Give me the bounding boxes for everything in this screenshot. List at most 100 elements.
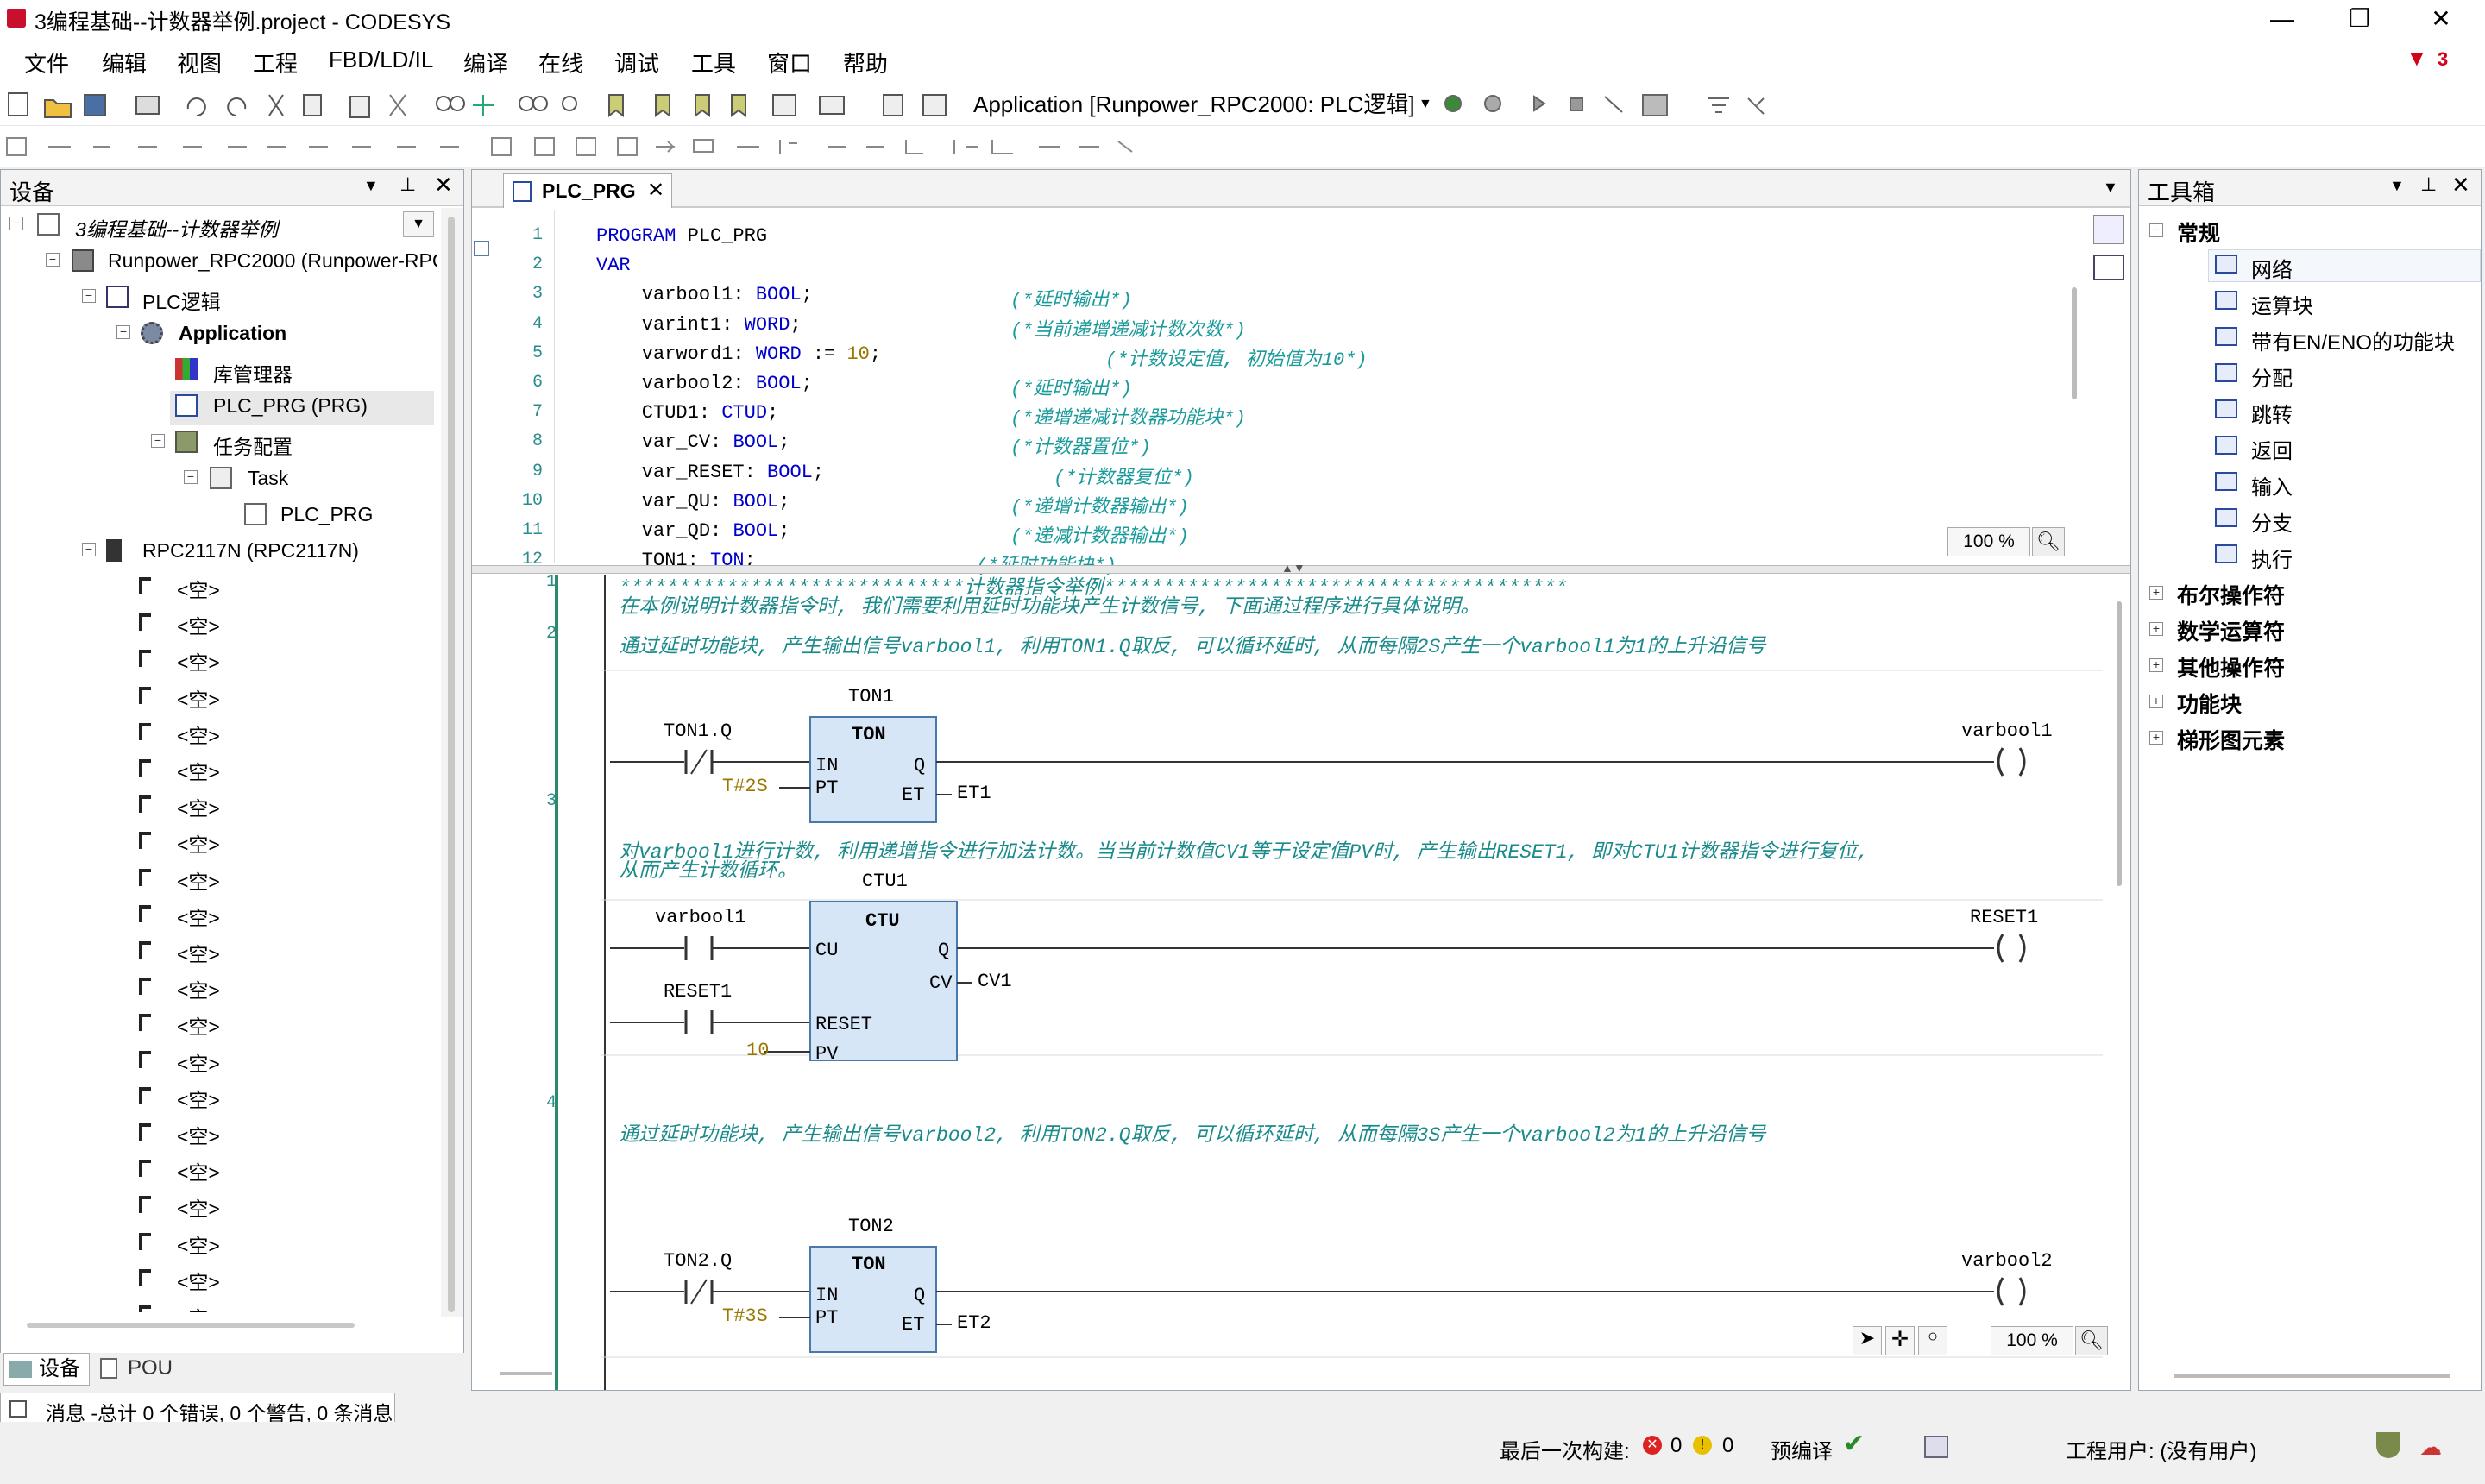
fb-input-pt[interactable]: PT bbox=[815, 1307, 838, 1329]
tree-item-empty-slot[interactable]: <空> bbox=[177, 792, 220, 821]
contact-variable[interactable]: TON1.Q bbox=[664, 720, 732, 742]
fb-output-q[interactable]: Q bbox=[938, 940, 949, 961]
menu-view[interactable]: 视图 bbox=[177, 47, 222, 79]
toolbox-group[interactable]: 常规 bbox=[2177, 217, 2220, 248]
network-comment[interactable]: 通过延时功能块, 产生输出信号varbool2, 利用TON2.Q取反, 可以循… bbox=[619, 1117, 1765, 1147]
fb-instance-name[interactable]: CTU1 bbox=[862, 871, 908, 892]
device-status-icon[interactable] bbox=[1924, 1436, 1948, 1458]
tree-item-task[interactable]: Task bbox=[248, 467, 288, 490]
fb-output-q[interactable]: Q bbox=[914, 1285, 925, 1306]
menu-debug[interactable]: 调试 bbox=[614, 47, 659, 79]
maximize-button[interactable]: ❐ bbox=[2321, 0, 2399, 38]
tree-item-empty-slot[interactable]: <空> bbox=[177, 720, 220, 749]
tabular-view-icon[interactable] bbox=[2093, 255, 2124, 280]
fb-output-et[interactable]: ET bbox=[902, 1314, 924, 1336]
tree-item-empty-slot[interactable]: <空> bbox=[177, 1266, 220, 1295]
shield-icon[interactable] bbox=[2376, 1432, 2400, 1458]
online-toolbar-icons[interactable] bbox=[1432, 83, 1795, 126]
fb-output-cv[interactable]: CV bbox=[929, 972, 952, 994]
menu-build[interactable]: 编译 bbox=[463, 47, 508, 79]
decl-zoom-field[interactable]: 100 % bbox=[1947, 527, 2030, 556]
tab-close-icon[interactable]: ✕ bbox=[647, 178, 664, 203]
fb-input-pt[interactable]: PT bbox=[815, 777, 838, 799]
panel-dropdown-icon[interactable]: ▼ bbox=[363, 177, 379, 195]
tree-item-empty-slot[interactable]: <空> bbox=[177, 610, 220, 639]
contact-variable[interactable]: varbool1 bbox=[655, 907, 746, 928]
fb-type-label[interactable]: TON bbox=[852, 1254, 886, 1275]
toolbox-group[interactable]: 数学运算符 bbox=[2177, 615, 2285, 646]
fb-output-et[interactable]: ET bbox=[902, 784, 924, 806]
standard-toolbar-icons[interactable] bbox=[0, 83, 966, 126]
expand-toggle-icon[interactable]: − bbox=[2149, 223, 2163, 237]
tree-item-empty-slot[interactable]: <空> bbox=[177, 1302, 220, 1312]
pan-tool-icon[interactable]: ✛ bbox=[1885, 1326, 1915, 1355]
contact-variable[interactable]: TON2.Q bbox=[664, 1250, 732, 1272]
et-variable[interactable]: ET1 bbox=[957, 783, 991, 804]
menu-edit[interactable]: 编辑 bbox=[102, 47, 147, 79]
editor-tab-plc-prg[interactable]: PLC_PRG ✕ bbox=[503, 173, 672, 208]
network-comment[interactable]: 对varbool1进行计数, 利用递增指令进行加法计数。当当前计数值CV1等于设… bbox=[619, 834, 1869, 864]
tree-item-empty-slot[interactable]: <空> bbox=[177, 646, 220, 676]
coil-variable[interactable]: varbool2 bbox=[1961, 1250, 2053, 1272]
fb-instance-name[interactable]: TON1 bbox=[848, 686, 894, 707]
menu-online[interactable]: 在线 bbox=[538, 47, 583, 79]
toolbox-group[interactable]: 梯形图元素 bbox=[2177, 724, 2285, 755]
fb-input-pv[interactable]: PV bbox=[815, 1043, 838, 1065]
expand-toggle-icon[interactable]: + bbox=[2149, 695, 2163, 708]
coil-variable[interactable]: varbool1 bbox=[1961, 720, 2053, 742]
tree-item-runpower[interactable]: Runpower_RPC2000 (Runpower-RPC20 bbox=[108, 249, 437, 273]
toolbox-item[interactable]: 返回 bbox=[2251, 434, 2293, 464]
expand-toggle-icon[interactable]: + bbox=[2149, 586, 2163, 600]
expand-toggle-icon[interactable]: + bbox=[2149, 658, 2163, 672]
tree-item-library-manager[interactable]: 库管理器 bbox=[213, 358, 293, 387]
tree-horizontal-scrollbar[interactable] bbox=[27, 1323, 355, 1328]
et-variable[interactable]: ET2 bbox=[957, 1312, 991, 1334]
tree-vertical-scrollbar[interactable] bbox=[441, 208, 463, 1317]
menu-fbd-ld-il[interactable]: FBD/LD/IL bbox=[329, 47, 433, 73]
menu-file[interactable]: 文件 bbox=[24, 47, 69, 79]
pt-value[interactable]: T#3S bbox=[722, 1305, 768, 1327]
tree-item-empty-slot[interactable]: <空> bbox=[177, 1120, 220, 1149]
tree-item-empty-slot[interactable]: <空> bbox=[177, 683, 220, 713]
tab-pou[interactable]: POU bbox=[93, 1353, 179, 1386]
ld-editor-toolbar-icons[interactable] bbox=[0, 126, 1156, 167]
application-selector[interactable]: Application [Runpower_RPC2000: PLC逻辑] ▼ bbox=[973, 90, 1439, 119]
tree-item-empty-slot[interactable]: <空> bbox=[177, 1229, 220, 1259]
alert-indicator[interactable]: ▼ 3 bbox=[2406, 45, 2448, 72]
tree-item-empty-slot[interactable]: <空> bbox=[177, 1010, 220, 1040]
menu-window[interactable]: 窗口 bbox=[767, 47, 812, 79]
menu-tools[interactable]: 工具 bbox=[691, 47, 736, 79]
tree-item-task-config[interactable]: 任务配置 bbox=[213, 431, 293, 460]
precompile-label[interactable]: 预编译 bbox=[1771, 1434, 1833, 1464]
coil-variable[interactable]: RESET1 bbox=[1970, 907, 2038, 928]
tree-item-rpc2117n[interactable]: RPC2117N (RPC2117N) bbox=[142, 539, 359, 563]
toolbox-group[interactable]: 功能块 bbox=[2177, 688, 2242, 719]
toolbox-group[interactable]: 其他操作符 bbox=[2177, 651, 2285, 682]
tab-devices[interactable]: 设备 bbox=[3, 1353, 90, 1386]
fb-input-cu[interactable]: CU bbox=[815, 940, 838, 961]
tree-item-plc-logic[interactable]: PLC逻辑 bbox=[142, 286, 221, 315]
toolbox-item[interactable]: 分支 bbox=[2251, 506, 2293, 537]
textual-view-icon[interactable] bbox=[2093, 215, 2124, 244]
cv-variable[interactable]: CV1 bbox=[978, 971, 1012, 992]
fold-var-icon[interactable]: − bbox=[474, 241, 489, 256]
tree-item-empty-slot[interactable]: <空> bbox=[177, 1192, 220, 1222]
fb-input-in[interactable]: IN bbox=[815, 755, 838, 777]
ld-zoom-field[interactable]: 100 % bbox=[1991, 1326, 2073, 1355]
pointer-tool-icon[interactable]: ➤ bbox=[1853, 1326, 1882, 1355]
ld-scrollbar[interactable] bbox=[2117, 601, 2122, 886]
fb-input-reset[interactable]: RESET bbox=[815, 1014, 872, 1035]
network-comment[interactable]: 在本例说明计数器指令时, 我们需要利用延时功能块产生计数信号, 下面通过程序进行… bbox=[619, 589, 1480, 619]
menu-project[interactable]: 工程 bbox=[253, 47, 298, 79]
panel-close-icon[interactable]: ✕ bbox=[434, 172, 453, 198]
editor-hscroll[interactable] bbox=[500, 1372, 552, 1375]
tree-item-plc-prg[interactable]: PLC_PRG (PRG) bbox=[213, 394, 368, 418]
ladder-editor[interactable]: 1 2 3 4 *****************************计数器指令举例… bbox=[472, 575, 2130, 1390]
scrollbar-thumb[interactable] bbox=[448, 217, 455, 1312]
tree-item-application[interactable]: Application bbox=[179, 322, 286, 345]
fb-type-label[interactable]: TON bbox=[852, 724, 886, 745]
pt-value[interactable]: T#2S bbox=[722, 776, 768, 797]
toolbox-item[interactable]: 带有EN/ENO的功能块 bbox=[2251, 325, 2455, 355]
fb-input-in[interactable]: IN bbox=[815, 1285, 838, 1306]
tab-list-dropdown-icon[interactable]: ▼ bbox=[2103, 179, 2118, 197]
